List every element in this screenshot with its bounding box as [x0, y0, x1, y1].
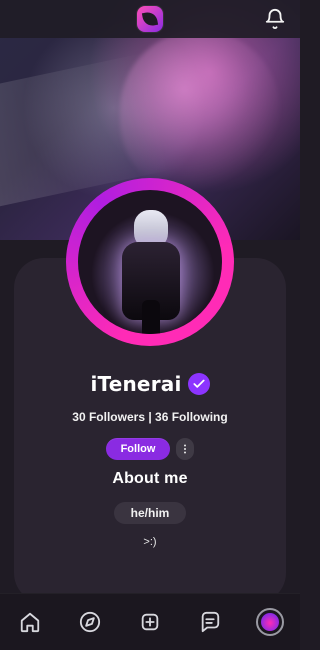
profile-avatar-icon — [261, 613, 279, 631]
chat-icon — [201, 611, 220, 633]
follow-button[interactable]: Follow — [106, 438, 170, 460]
more-options-button[interactable] — [176, 438, 194, 460]
compass-icon — [79, 611, 101, 633]
pronouns-badge: he/him — [114, 502, 186, 524]
profile-avatar-ring[interactable] — [66, 178, 234, 346]
bell-icon[interactable] — [264, 8, 286, 30]
follow-stats: 30 Followers | 36 Following — [72, 410, 228, 424]
bio-text: >:) — [143, 536, 157, 548]
app-logo[interactable] — [137, 6, 163, 32]
username-row: iTenerai — [0, 370, 300, 398]
username: iTenerai — [90, 372, 182, 396]
profile-actions: Follow — [0, 437, 300, 461]
top-bar — [0, 0, 300, 38]
nav-create[interactable] — [136, 608, 164, 636]
home-icon — [20, 612, 40, 633]
avatar-legs — [142, 300, 160, 334]
plus-square-icon — [141, 613, 159, 631]
verified-check-icon — [187, 373, 210, 395]
more-vertical-icon — [184, 444, 186, 454]
nav-explore[interactable] — [76, 608, 104, 636]
bottom-navigation — [0, 593, 300, 650]
nav-profile[interactable] — [256, 608, 284, 636]
about-me-title: About me — [112, 470, 188, 487]
profile-avatar[interactable] — [78, 190, 222, 334]
nav-messages[interactable] — [196, 608, 224, 636]
nav-home[interactable] — [16, 608, 44, 636]
